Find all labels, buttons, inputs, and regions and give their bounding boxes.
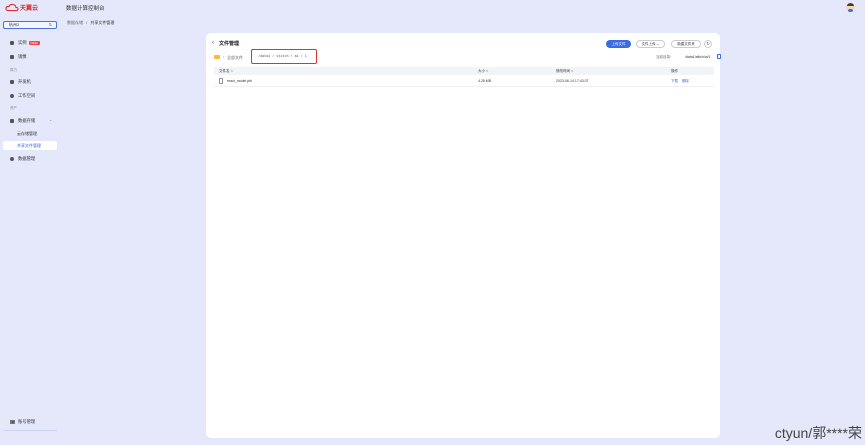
sort-icon: ⇅: [230, 69, 234, 73]
chevron-up-icon[interactable]: ⌃: [49, 119, 52, 124]
breadcrumb-current: 共享文件管理: [90, 20, 115, 25]
console-title: 数据计算控制台: [66, 6, 105, 12]
brand-logo[interactable]: 天翼云: [5, 3, 38, 12]
page-title: 文件管理: [219, 41, 240, 47]
table-header: 文件名⇅ 大小⇅ 修改时间⇅ 操作: [214, 67, 714, 75]
group-label-assets: 资产: [10, 106, 17, 110]
collapse-sidebar-icon[interactable]: [10, 420, 15, 424]
sidebar-item-images[interactable]: 镜像: [10, 54, 27, 60]
sidebar-item-label: 工作空间: [18, 93, 36, 98]
sidebar-item-devmachine[interactable]: 开发机: [10, 79, 31, 85]
region-select-value: 杭州2: [9, 22, 20, 27]
breadcrumb-separator: /: [86, 20, 88, 25]
file-size: 4.28 MB: [478, 79, 492, 83]
sidebar: 杭州2 ⇅ 实例 NEW 镜像 算力 开发机 工作空间 资产 数据存储 ⌃ 云存…: [0, 15, 59, 445]
new-badge: NEW: [28, 41, 40, 45]
file-table: 文件名⇅ 大小⇅ 修改时间⇅ 操作 react_model.pth 4.28 M…: [214, 67, 714, 87]
sidebar-item-instances[interactable]: 实例 NEW: [10, 40, 40, 46]
sort-icon: ⇅: [571, 69, 574, 73]
chevron-down-icon: ⇅: [48, 22, 52, 27]
devmachine-icon: [10, 80, 14, 84]
chevron-down-icon: ⌄: [656, 42, 660, 46]
file-modified: 2023-06-14 17:43:37: [556, 79, 589, 83]
user-icon: [10, 94, 14, 98]
column-header-label: 大小: [478, 69, 485, 73]
cloud-icon: [5, 3, 19, 12]
back-arrow-icon[interactable]: ‹: [212, 40, 214, 46]
path-input-value: /data1 / stitch / ai / 1: [258, 55, 307, 59]
column-header-label: 文件名: [219, 69, 230, 73]
file-upload-dropdown[interactable]: 文件上传 ⌄: [636, 40, 665, 48]
sidebar-item-label: 数据管理: [18, 156, 36, 161]
path-bar: › 全部文件 /data1 / stitch / ai / 1 当前目录： /d…: [214, 49, 721, 65]
group-label-compute: 算力: [10, 68, 17, 72]
path-root-link[interactable]: 全部文件: [227, 55, 243, 61]
sidebar-subitem-shared-files[interactable]: 共享文件管理: [3, 141, 57, 150]
delete-link[interactable]: 删除: [682, 79, 689, 84]
data-icon: [10, 157, 14, 161]
sidebar-subitem-cloud-storage[interactable]: 云存储管理: [17, 131, 37, 137]
breadcrumb-parent[interactable]: 数据存储: [67, 20, 83, 25]
current-dir-value: /data1/stitch/ai/1: [685, 55, 711, 59]
chevron-right-icon: ›: [223, 54, 225, 59]
sidebar-item-label: 镜像: [18, 54, 27, 59]
new-folder-button[interactable]: 新建文件夹: [671, 40, 701, 48]
image-icon: [10, 55, 14, 59]
instance-icon: [10, 41, 14, 45]
column-header-modified[interactable]: 修改时间⇅: [556, 69, 574, 74]
sidebar-item-label: 账号管理: [18, 419, 36, 424]
sidebar-item-data-management[interactable]: 数据管理: [10, 156, 35, 162]
column-header-size[interactable]: 大小⇅: [478, 69, 489, 74]
file-manager-panel: ‹ 文件管理 上传文件 文件上传 ⌄ 新建文件夹 ↻ › 全部文件 /data1…: [206, 33, 721, 438]
folder-icon: [214, 55, 220, 59]
column-header-label: 修改时间: [556, 69, 570, 73]
region-select[interactable]: 杭州2 ⇅: [3, 21, 57, 29]
file-name[interactable]: react_model.pth: [227, 79, 252, 83]
brand-name: 天翼云: [20, 6, 39, 12]
refresh-icon[interactable]: ↻: [704, 40, 712, 48]
column-header-name[interactable]: 文件名⇅: [219, 69, 233, 74]
user-avatar[interactable]: [846, 3, 855, 12]
file-icon: [219, 78, 223, 84]
sidebar-item-workspace[interactable]: 工作空间: [10, 93, 35, 99]
sidebar-item-label: 开发机: [18, 79, 31, 84]
path-input[interactable]: /data1 / stitch / ai / 1: [251, 49, 317, 64]
sort-icon: ⇅: [486, 69, 489, 73]
current-dir-label: 当前目录：: [656, 55, 674, 59]
storage-icon: [10, 119, 14, 123]
copy-icon[interactable]: [717, 54, 721, 59]
file-upload-label: 文件上传: [641, 42, 656, 46]
column-header-actions: 操作: [671, 69, 678, 73]
divider: [3, 430, 57, 431]
breadcrumb: 数据存储 / 共享文件管理: [67, 20, 114, 26]
upload-file-button[interactable]: 上传文件: [606, 40, 631, 48]
top-bar: 天翼云 数据计算控制台: [0, 0, 865, 15]
sidebar-item-label: 数据存储: [18, 118, 36, 123]
sidebar-item-label: 实例: [18, 40, 27, 45]
watermark: ctyun/郭****荣: [774, 425, 862, 441]
table-row: react_model.pth 4.28 MB 2023-06-14 17:43…: [214, 75, 714, 87]
download-link[interactable]: 下载: [671, 79, 678, 84]
sidebar-item-storage[interactable]: 数据存储: [10, 118, 35, 124]
